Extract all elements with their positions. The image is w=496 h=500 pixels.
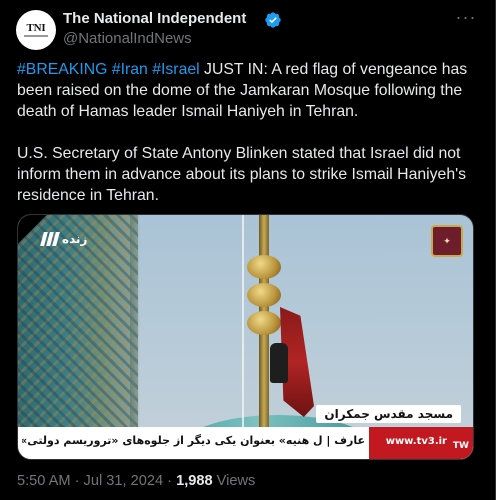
minaret-edge [130, 215, 140, 459]
avatar-logo-rule [24, 35, 48, 37]
spire-ornament [247, 311, 281, 335]
tweet-meta: 5:50 AM · Jul 31, 2024 · 1,988 Views [17, 473, 255, 489]
ticker-badge: TW [452, 441, 469, 451]
views-count: 1,988 [176, 473, 213, 489]
views-label: Views [216, 473, 256, 489]
author-display-name[interactable]: The National Independent [63, 10, 246, 27]
location-caption: مسجد مقدس جمکران [316, 405, 461, 423]
tweet-date[interactable]: Jul 31, 2024 [84, 473, 164, 489]
ladder-image [242, 215, 244, 459]
verified-badge-icon [265, 12, 281, 28]
hashtag-link[interactable]: #BREAKING [17, 61, 107, 78]
spire-ornament [247, 283, 281, 307]
channel-emblem-icon: ✦ [431, 225, 463, 257]
author-handle[interactable]: @NationalIndNews [63, 30, 192, 47]
tweet-paragraph-2: U.S. Secretary of State Antony Blinken s… [17, 145, 467, 204]
live-badge: زنده [40, 229, 88, 249]
live-label: زنده [62, 232, 88, 246]
channel-logo-icon [40, 232, 60, 246]
spire-image [259, 215, 269, 459]
spire-ornament [247, 255, 281, 279]
avatar[interactable]: TNI [16, 10, 56, 50]
tweet-time[interactable]: 5:50 AM [17, 473, 71, 489]
hashtag-link[interactable]: #Iran [112, 61, 148, 78]
meta-separator: · [167, 473, 173, 489]
person-image [270, 343, 288, 383]
tweet-card[interactable]: TNI The National Independent @NationalIn… [0, 0, 496, 500]
avatar-logo-text: TNI [26, 22, 46, 34]
ticker-text: عارف | ل هنیه» بعنوان یکی دیگر از جلوه‌ه… [22, 434, 365, 447]
tweet-paragraph-1: #BREAKING #Iran #Israel JUST IN: A red f… [17, 59, 482, 122]
hashtag-link[interactable]: #Israel [152, 61, 199, 78]
more-options-icon[interactable]: ··· [454, 8, 478, 30]
channel-url: www.tv3.ir [385, 436, 447, 447]
news-ticker: عارف | ل هنیه» بعنوان یکی دیگر از جلوه‌ه… [18, 427, 473, 459]
tweet-text: #BREAKING #Iran #Israel JUST IN: A red f… [17, 59, 482, 206]
video-player[interactable]: زنده ✦ مسجد مقدس جمکران عارف | ل هنیه» ب… [17, 214, 474, 460]
meta-separator: · [74, 473, 80, 489]
